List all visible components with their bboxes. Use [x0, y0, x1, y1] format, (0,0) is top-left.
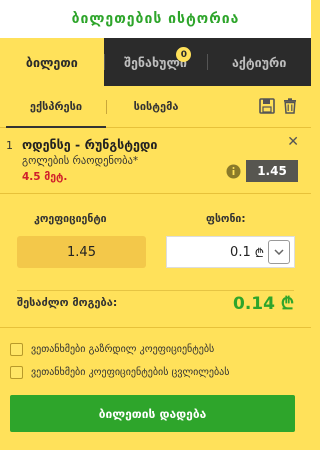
- trash-icon[interactable]: [283, 98, 297, 114]
- bet-market-label: გოლების რაოდენობა*: [22, 155, 139, 167]
- coefficient-value: 1.45: [17, 236, 146, 268]
- info-icon[interactable]: [226, 164, 241, 179]
- bet-selection-label: 4.5 მეტ.: [22, 171, 68, 183]
- accept-increased-odds-label: ვეთანხმები გაზრდილ კოეფიციენტებს: [31, 344, 215, 355]
- bet-item: 1 ოდენსე - რუნგსტედი გოლების რაოდენობა* …: [0, 128, 311, 194]
- toolbar-icons: [259, 98, 297, 114]
- accept-odds-change-label: ვეთანხმები კოეფიციენტების ცვლილებას: [31, 367, 230, 378]
- tab-bar: ბილეთი შენახული 0 აქტიური: [0, 38, 311, 86]
- stake-amount[interactable]: 0.1: [167, 245, 255, 260]
- bet-event-title: ოდენსე - რუნგსტედი: [22, 137, 158, 152]
- currency-symbol: ₾: [254, 245, 264, 260]
- accept-odds-change-checkbox[interactable]: [10, 366, 23, 379]
- coefficient-label: კოეფიციენტი: [34, 213, 107, 225]
- tab-ticket-label: ბილეთი: [25, 54, 78, 70]
- place-bet-button[interactable]: ბილეთის დადება: [10, 395, 295, 432]
- agreement-options: ვეთანხმები გაზრდილ კოეფიციენტებს ვეთანხმ…: [10, 338, 229, 384]
- possible-win-row: შესაძლო მოგება: 0.14 ₾: [17, 284, 294, 320]
- possible-win-label: შესაძლო მოგება:: [17, 295, 118, 309]
- stake-input[interactable]: 0.1 ₾: [166, 236, 295, 268]
- save-icon[interactable]: [259, 98, 275, 114]
- bet-number: 1: [6, 139, 13, 152]
- accept-odds-change-option[interactable]: ვეთანხმები კოეფიციენტების ცვლილებას: [10, 361, 229, 384]
- tab-system[interactable]: სისტემა: [106, 86, 206, 128]
- possible-win-value: 0.14 ₾: [233, 293, 294, 314]
- accept-increased-odds-option[interactable]: ვეთანხმები გაზრდილ კოეფიციენტებს: [10, 338, 229, 361]
- bet-type-tabs: ექსპრესი სისტემა: [0, 86, 311, 128]
- history-link[interactable]: ბილეთების ისტორია: [72, 11, 240, 27]
- tab-ticket[interactable]: ბილეთი: [0, 38, 104, 86]
- chevron-down-icon: [274, 249, 284, 255]
- tab-active[interactable]: აქტიური: [207, 38, 311, 86]
- stake-label: ფსონი:: [206, 213, 246, 225]
- tab-express[interactable]: ექსპრესი: [6, 86, 106, 128]
- history-bar[interactable]: ბილეთების ისტორია: [0, 0, 311, 38]
- close-icon[interactable]: ✕: [287, 134, 299, 150]
- section-divider: [0, 327, 311, 328]
- saved-count-badge: 0: [176, 47, 192, 62]
- stake-dropdown-button[interactable]: [268, 240, 290, 264]
- tab-active-label: აქტიური: [231, 54, 287, 70]
- bet-odd-value: 1.45: [246, 160, 298, 182]
- tab-saved[interactable]: შენახული 0: [103, 38, 208, 86]
- accept-increased-odds-checkbox[interactable]: [10, 343, 23, 356]
